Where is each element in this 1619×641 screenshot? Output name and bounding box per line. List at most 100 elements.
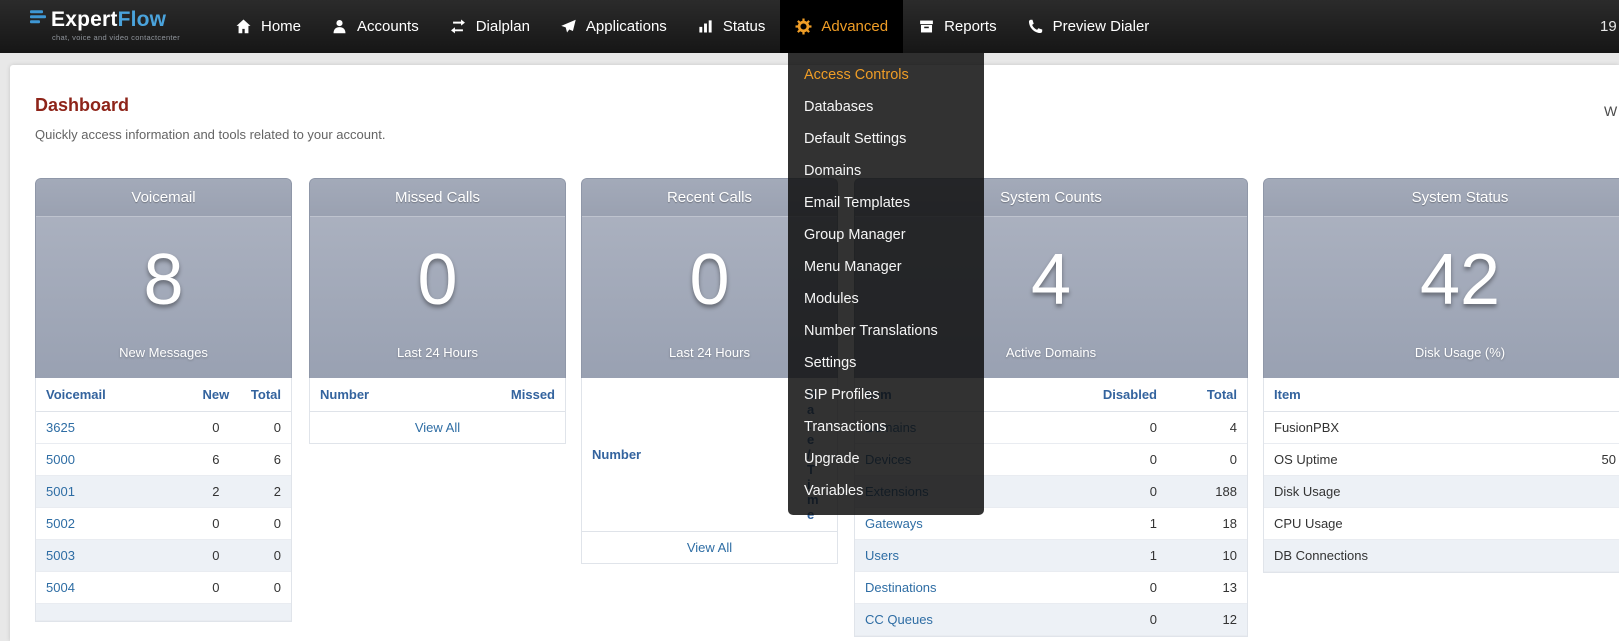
table-cell-text: 13 (1223, 580, 1237, 595)
nav-item-label: Reports (944, 18, 997, 35)
nav-item-reports[interactable]: Reports (903, 0, 1012, 53)
dropdown-item-variables[interactable]: Variables (788, 475, 984, 507)
table-cell: 0 (1025, 572, 1167, 604)
table-link[interactable]: 5001 (46, 484, 75, 499)
card-value: 0 (310, 217, 565, 343)
paper-plane-icon (560, 18, 577, 35)
dropdown-item-domains[interactable]: Domains (788, 155, 984, 187)
table-cell (36, 604, 191, 621)
table-cell: View All (582, 532, 837, 564)
dropdown-item-sip-profiles[interactable]: SIP Profiles (788, 379, 984, 411)
table-header-row: Item (1264, 378, 1619, 412)
nav-item-applications[interactable]: Applications (545, 0, 682, 53)
view-all-link[interactable]: View All (687, 540, 732, 555)
table-cell: CC Queues (855, 604, 1025, 636)
column-header: Item (1264, 378, 1592, 412)
table-link[interactable]: 5002 (46, 516, 75, 531)
table-row: Disk Usage (1264, 476, 1619, 508)
table-row: OS Uptime50 (1264, 444, 1619, 476)
dropdown-item-number-translations[interactable]: Number Translations (788, 315, 984, 347)
table-cell: OS Uptime (1264, 444, 1592, 476)
table-cell: DB Connections (1264, 540, 1592, 572)
table-cell: 6 (191, 444, 241, 476)
table-link[interactable]: CC Queues (865, 612, 933, 627)
table-cell: 5000 (36, 444, 191, 476)
column-header: Number (310, 378, 501, 412)
nav-item-dialplan[interactable]: Dialplan (434, 0, 545, 53)
table-cell-text: 0 (274, 516, 281, 531)
card-table: NumberMissedView All (309, 378, 566, 444)
table-link[interactable]: 5004 (46, 580, 75, 595)
table-link[interactable]: Destinations (865, 580, 937, 595)
table-row: 5001 2 2 (36, 476, 291, 508)
table-row: View All (310, 412, 565, 444)
table-cell-text: 18 (1223, 516, 1237, 531)
table-cell-text: 2 (274, 484, 281, 499)
table-cell: 0 (241, 540, 291, 572)
table-cell (191, 604, 241, 621)
table-cell-text: 1 (1150, 516, 1157, 531)
table-cell-text: 0 (212, 516, 219, 531)
card-title: Missed Calls (310, 179, 565, 217)
view-all-link[interactable]: View All (415, 420, 460, 435)
nav-item-label: Advanced (821, 18, 888, 35)
column-header (1592, 378, 1619, 412)
nav-item-status[interactable]: Status (682, 0, 781, 53)
table-cell: 50 (1592, 444, 1619, 476)
card-summary: Voicemail8New Messages (35, 178, 292, 378)
dropdown-item-group-manager[interactable]: Group Manager (788, 219, 984, 251)
table-cell: Destinations (855, 572, 1025, 604)
table-cell: Users (855, 540, 1025, 572)
table-link[interactable]: 5000 (46, 452, 75, 467)
brand-logo[interactable]: ExpertFlow chat, voice and video contact… (28, 7, 180, 42)
dropdown-item-databases[interactable]: Databases (788, 91, 984, 123)
dropdown-item-default-settings[interactable]: Default Settings (788, 123, 984, 155)
nav-item-advanced[interactable]: Advanced (780, 0, 903, 53)
table-cell-text: 188 (1215, 484, 1237, 499)
table-cell: 0 (241, 412, 291, 444)
table-cell-text: 0 (1150, 420, 1157, 435)
table-link[interactable]: Gateways (865, 516, 923, 531)
table-cell-text: 12 (1223, 612, 1237, 627)
table-cell: 5004 (36, 572, 191, 604)
table-cell: 1 (1025, 508, 1167, 540)
table-link[interactable]: Users (865, 548, 899, 563)
transfer-icon (449, 18, 467, 35)
table-cell: 2 (191, 476, 241, 508)
nav-items: HomeAccountsDialplanApplicationsStatus Ad… (220, 0, 1164, 53)
dropdown-item-email-templates[interactable]: Email Templates (788, 187, 984, 219)
dropdown-item-transactions[interactable]: Transactions (788, 411, 984, 443)
table-cell-text: 4 (1230, 420, 1237, 435)
table-cell: 3625 (36, 412, 191, 444)
nav-item-preview-dialer[interactable]: Preview Dialer (1012, 0, 1165, 53)
dropdown-item-upgrade[interactable]: Upgrade (788, 443, 984, 475)
nav-item-accounts[interactable]: Accounts (316, 0, 434, 53)
table-row: Users110 (855, 540, 1247, 572)
column-header: Voicemail (36, 378, 191, 412)
table-cell: 0 (1025, 412, 1167, 444)
card-missed-calls: Missed Calls0Last 24 HoursNumberMissedVi… (309, 178, 566, 444)
dropdown-item-access-controls[interactable]: Access Controls (788, 59, 984, 91)
column-header: New (191, 378, 241, 412)
dropdown-item-settings[interactable]: Settings (788, 347, 984, 379)
card-value: 8 (36, 217, 291, 343)
table-link[interactable]: 5003 (46, 548, 75, 563)
card-summary: System Status42Disk Usage (%) (1263, 178, 1619, 378)
column-header: Disabled (1025, 378, 1167, 412)
table-row: 500066 (36, 444, 291, 476)
dropdown-item-menu-manager[interactable]: Menu Manager (788, 251, 984, 283)
brand-tagline: chat, voice and video contactcenter (52, 33, 180, 42)
nav-item-home[interactable]: Home (220, 0, 316, 53)
table-cell-text: 2 (212, 484, 219, 499)
table-cell-text: 0 (1150, 484, 1157, 499)
gear-icon (795, 18, 812, 35)
phone-icon (1027, 18, 1044, 35)
table-cell: FusionPBX (1264, 412, 1592, 444)
card-system-status: System Status42Disk Usage (%)ItemFusionP… (1263, 178, 1619, 573)
advanced-dropdown: Access ControlsDatabasesDefault Settings… (788, 53, 984, 515)
table-cell-text: 0 (274, 580, 281, 595)
brand-name: ExpertFlow (51, 8, 166, 32)
table-link[interactable]: 3625 (46, 420, 75, 435)
dropdown-item-modules[interactable]: Modules (788, 283, 984, 315)
table-row: 500400 (36, 572, 291, 604)
